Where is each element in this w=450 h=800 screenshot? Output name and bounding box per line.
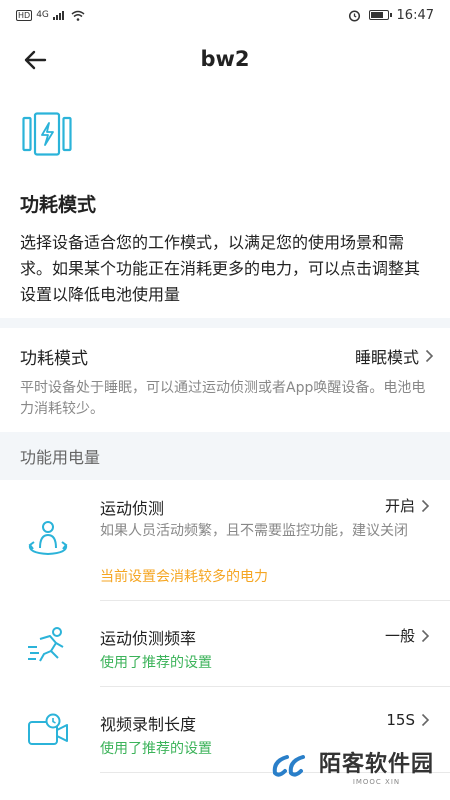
battery-icon	[368, 10, 392, 20]
video-camera-icon	[28, 713, 68, 745]
power-mode-note: 平时设备处于睡眠，可以通过运动侦测或者App唤醒设备。电池电力消耗较少。	[20, 380, 426, 417]
feature-value: 15S	[386, 711, 415, 729]
feature-name: 视频录制长度	[100, 715, 197, 734]
clock: 16:47	[396, 7, 434, 23]
feature-status: 当前设置会消耗较多的电力	[100, 569, 268, 585]
power-mode-value-wrap: 睡眠模式	[355, 344, 434, 368]
feature-description: 如果人员活动频繁，且不需要监控功能，建议关闭	[100, 523, 408, 539]
chevron-right-icon	[421, 629, 430, 642]
watermark-logo-icon	[272, 755, 305, 777]
watermark-text: 陌客软件园 IMOOC XIN	[319, 746, 434, 786]
feature-motion-detection[interactable]: 运动侦测 开启 如果人员活动频繁，且不需要监控功能，建议关闭 当前设置会消耗较多…	[0, 480, 450, 600]
wifi-icon	[71, 10, 85, 21]
chevron-right-icon	[421, 499, 430, 512]
chevron-right-icon	[425, 349, 434, 363]
feature-value-wrap: 开启	[385, 495, 430, 516]
section-divider	[0, 318, 450, 328]
feature-status: 使用了推荐的设置	[100, 741, 212, 757]
watermark-sub: IMOOC XIN	[352, 778, 401, 786]
power-mode-label: 功耗模式	[20, 348, 88, 369]
power-mode-row[interactable]: 功耗模式 睡眠模式	[20, 340, 434, 372]
feature-name: 运动侦测频率	[100, 629, 197, 648]
intro-title: 功耗模式	[20, 194, 97, 216]
feature-value-wrap: 一般	[385, 625, 430, 646]
network-badge: 4G	[36, 10, 49, 20]
signal-icon	[52, 11, 64, 20]
power-mode-value: 睡眠模式	[354, 348, 419, 367]
feature-value: 一般	[384, 627, 415, 645]
chevron-right-icon	[421, 713, 430, 727]
page-title: bw2	[200, 47, 250, 71]
watermark: 陌客软件园 IMOOC XIN	[269, 746, 434, 786]
alarm-icon	[348, 9, 360, 22]
battery-power-icon	[22, 112, 72, 156]
nav-bar: bw2	[0, 30, 450, 88]
hd-badge: HD	[16, 9, 33, 21]
intro-description: 选择设备适合您的工作模式，以满足您的使用场景和需求。如果某个功能正在消耗更多的电…	[20, 233, 421, 304]
status-right: 16:47	[348, 8, 434, 23]
feature-motion-frequency[interactable]: 运动侦测频率 一般 使用了推荐的设置	[0, 601, 450, 685]
back-arrow-icon[interactable]	[20, 46, 50, 74]
feature-value: 开启	[384, 497, 415, 515]
feature-name: 运动侦测	[100, 499, 165, 518]
watermark-main: 陌客软件园	[318, 752, 434, 777]
status-bar: HD 4G 16:47	[0, 0, 450, 30]
feature-value-wrap: 15S	[386, 711, 430, 729]
features-header: 功能用电量	[0, 432, 450, 480]
running-person-icon	[28, 627, 64, 662]
status-left: HD 4G	[16, 9, 85, 21]
feature-status: 使用了推荐的设置	[100, 655, 212, 671]
motion-detection-icon	[28, 521, 68, 556]
